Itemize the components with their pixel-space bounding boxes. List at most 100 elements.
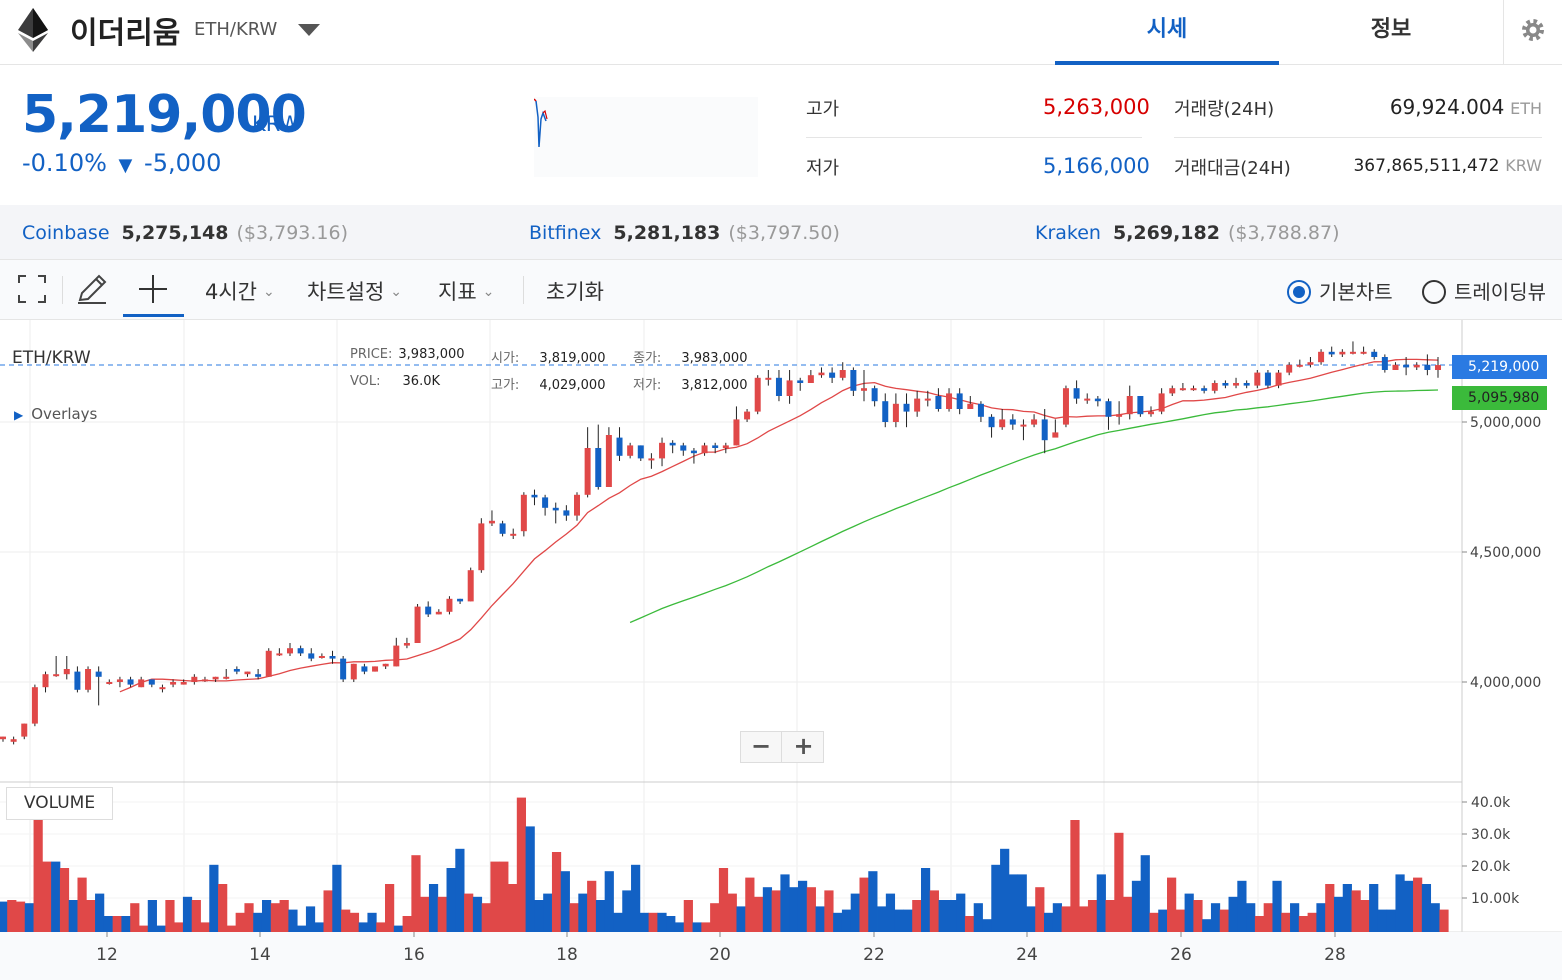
price-chart[interactable]: 5,000,000 4,500,000 4,000,000 40.0k 30.0k 20.… <box>0 320 1562 980</box>
chevron-down-icon: ⌄ <box>390 284 403 300</box>
candle-body <box>1020 424 1027 427</box>
candle-body <box>318 656 325 658</box>
volume-bar <box>1237 880 1247 932</box>
volume-bar <box>68 900 78 932</box>
candle-body <box>1264 372 1271 386</box>
candle-body <box>701 445 708 454</box>
ohlc-label: 시가: <box>491 351 520 366</box>
mini-chart <box>533 97 758 177</box>
exchange-bitfinex: Bitfinex 5,281,183 ($3,797.50) <box>529 222 840 244</box>
volume-bar <box>130 903 140 932</box>
settings-button[interactable] <box>1503 0 1562 65</box>
volume-bar <box>1272 880 1282 932</box>
candle-body <box>924 398 931 401</box>
volume-bar <box>1140 855 1150 932</box>
volume-bar <box>490 861 500 932</box>
volume-bar <box>1167 877 1177 932</box>
price-summary: 5,219,000 KRW -0.10% ▼ -5,000 고가 5,263,0… <box>0 65 1562 205</box>
indicators-dropdown[interactable]: 지표 ⌄ <box>438 276 494 306</box>
candle-body <box>627 445 634 456</box>
x-axis-label: 12 <box>96 945 118 965</box>
volume-bar <box>1351 890 1361 932</box>
ohlc-value: 3,812,000 <box>681 378 748 393</box>
volume-bar <box>508 884 518 932</box>
zoom-in-button[interactable]: + <box>783 732 824 762</box>
volume-bar <box>956 893 966 932</box>
low-value: 5,166,000 <box>1043 154 1150 178</box>
volume-bar <box>244 903 254 932</box>
volume-bar <box>560 871 570 932</box>
overlays-toggle[interactable]: ▶ Overlays <box>14 405 97 423</box>
volume-bar <box>754 896 764 932</box>
volume-bar <box>332 864 342 932</box>
candle-body <box>542 497 549 508</box>
chart-symbol: ETH/KRW <box>12 348 91 368</box>
radio-tradingview[interactable]: 트레이딩뷰 <box>1422 276 1546 305</box>
zoom-control: − + <box>740 731 824 763</box>
volume-bar <box>1246 903 1256 932</box>
volume-bar <box>1175 909 1186 932</box>
candle-body <box>276 653 283 656</box>
candle-body <box>244 671 251 675</box>
volume-bar <box>235 912 245 932</box>
chart-settings-dropdown[interactable]: 차트설정 ⌄ <box>307 276 402 306</box>
candle-body <box>467 570 474 602</box>
indicators-label: 지표 <box>438 280 477 304</box>
candle-body <box>690 450 697 454</box>
volume-bar <box>472 896 483 932</box>
candle-body <box>1243 383 1250 386</box>
volume-bar <box>279 900 289 932</box>
high-value: 5,263,000 <box>1043 95 1150 119</box>
volume-bar <box>780 874 790 932</box>
volume-bar <box>191 900 201 932</box>
tab-quote[interactable]: 시세 <box>1055 0 1279 65</box>
fullscreen-icon[interactable] <box>15 272 49 306</box>
candle-body <box>946 393 953 409</box>
crosshair-icon[interactable] <box>136 272 170 306</box>
triangle-right-icon: ▶ <box>14 408 24 422</box>
candle-body <box>574 494 580 516</box>
exchange-name[interactable]: Kraken <box>1035 222 1101 244</box>
candle-body <box>340 658 347 680</box>
volume-bar <box>1131 880 1142 932</box>
volume-bar <box>727 893 737 932</box>
candle-body <box>807 375 814 383</box>
candle-body <box>882 401 889 422</box>
candle-body <box>212 676 219 680</box>
volume-label: 거래량(24H) <box>1174 99 1275 120</box>
chevron-down-icon: ⌄ <box>263 284 275 300</box>
candle-body <box>1211 383 1218 391</box>
interval-dropdown[interactable]: 4시간 ⌄ <box>205 276 275 306</box>
candle-body <box>85 669 92 690</box>
volume-bar <box>903 909 913 932</box>
candle-body <box>1254 372 1261 386</box>
volume-bar <box>393 925 403 932</box>
volume-bar <box>253 912 263 932</box>
active-tool-indicator <box>123 314 184 317</box>
exchange-name[interactable]: Coinbase <box>22 222 110 244</box>
tab-info[interactable]: 정보 <box>1279 0 1503 65</box>
candle-body <box>616 437 623 456</box>
volume-bar <box>877 906 887 932</box>
volume-bar <box>314 922 324 932</box>
radio-basic-chart[interactable]: 기본차트 <box>1287 276 1393 305</box>
chevron-down-icon[interactable] <box>298 24 320 38</box>
volume-bar <box>1219 909 1229 932</box>
exchange-price: 5,281,183 <box>613 222 721 244</box>
candle-body <box>1201 388 1208 391</box>
volume-bar <box>112 916 122 932</box>
volume-bar <box>59 868 70 932</box>
reset-button[interactable]: 초기화 <box>546 276 604 306</box>
volume-bar <box>1325 884 1335 932</box>
volume-bar <box>95 893 105 932</box>
price-axis-label: 4,000,000 <box>1470 675 1541 691</box>
volume-bar <box>806 887 816 932</box>
exchange-name[interactable]: Bitfinex <box>529 222 601 244</box>
zoom-out-button[interactable]: − <box>741 732 782 762</box>
pencil-icon[interactable] <box>75 272 109 306</box>
candlestick-chart[interactable]: 5,000,000 4,500,000 4,000,000 40.0k 30.0k 20.… <box>0 320 1562 980</box>
volume-bar <box>1070 820 1080 932</box>
overlays-label: Overlays <box>31 405 98 423</box>
price-axis-label: 4,500,000 <box>1470 545 1541 561</box>
volume-bar <box>1377 909 1388 932</box>
